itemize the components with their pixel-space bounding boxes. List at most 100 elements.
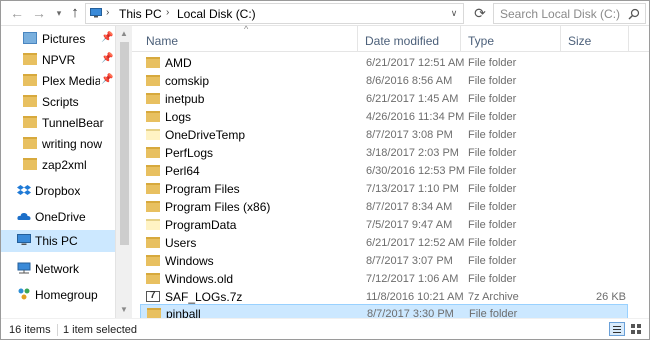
nav-item-network[interactable]: Network [1, 258, 115, 280]
table-row[interactable]: AMD 6/21/2017 12:51 AM File folder [140, 54, 628, 71]
nav-item-label: OneDrive [35, 210, 86, 224]
file-date: 6/21/2017 12:52 AM [366, 237, 465, 249]
nav-item-writing-now[interactable]: writing now [1, 133, 115, 155]
refresh-button[interactable]: ⟳ [472, 5, 488, 21]
table-row[interactable]: Perl64 6/30/2016 12:53 PM File folder [140, 162, 628, 179]
file-date: 7/5/2017 9:47 AM [366, 219, 453, 231]
file-name: PerfLogs [165, 146, 214, 160]
nav-item-homegroup[interactable]: Homegroup [1, 284, 115, 306]
nav-item-zap2xml[interactable]: zap2xml [1, 154, 115, 176]
nav-item-scripts[interactable]: Scripts [1, 91, 115, 113]
back-button[interactable]: ← [9, 5, 25, 21]
recent-locations-button[interactable]: ▾ [51, 5, 67, 21]
nav-item-npvr[interactable]: NPVR 📌 [1, 49, 115, 71]
search-placeholder: Search Local Disk (C:) [500, 7, 621, 21]
breadcrumb-this-pc[interactable]: This PC [119, 7, 162, 21]
nav-item-pictures[interactable]: Pictures 📌 [1, 28, 115, 50]
nav-item-label: writing now [42, 137, 103, 151]
navigation-pane: Pictures 📌 NPVR 📌 Plex Media Se 📌 Script… [1, 26, 131, 318]
table-row[interactable]: Windows 8/7/2017 3:07 PM File folder [140, 252, 628, 269]
selection-count: 1 item selected [63, 324, 137, 336]
column-header-row: ^ Name Date modified Type Size [132, 24, 649, 52]
folder-icon [23, 74, 37, 86]
file-type: File folder [468, 237, 517, 249]
pin-icon[interactable]: 📌 [101, 53, 113, 64]
breadcrumb-separator[interactable]: › [166, 7, 169, 18]
file-name: OneDriveTemp [165, 128, 246, 142]
status-bar: 16 items 1 item selected [1, 318, 649, 339]
nav-item-label: Scripts [42, 95, 79, 109]
file-type: 7z Archive [468, 291, 519, 303]
details-view-button[interactable] [609, 322, 625, 336]
file-date: 8/7/2017 3:08 PM [366, 129, 453, 141]
folder-icon [23, 158, 37, 170]
file-date: 8/6/2016 8:56 AM [366, 75, 453, 87]
breadcrumb-separator[interactable]: › [106, 7, 109, 18]
column-header-name[interactable]: Name [146, 34, 178, 48]
search-input[interactable]: Search Local Disk (C:) [493, 3, 646, 24]
file-type: File folder [468, 201, 517, 213]
file-type: File folder [468, 129, 517, 141]
nav-item-tunnelbear[interactable]: TunnelBear [1, 112, 115, 134]
status-divider [57, 324, 58, 336]
forward-button[interactable]: → [31, 5, 47, 21]
scroll-down-button[interactable]: ▼ [116, 302, 132, 318]
nav-item-plex-media-server[interactable]: Plex Media Se 📌 [1, 70, 115, 92]
file-name: Program Files (x86) [165, 200, 271, 214]
file-name: Users [165, 236, 197, 250]
column-divider[interactable] [628, 26, 629, 52]
breadcrumb[interactable]: › This PC › Local Disk (C:) [85, 3, 464, 24]
nav-item-dropbox[interactable]: Dropbox [1, 180, 115, 202]
table-row[interactable]: inetpub 6/21/2017 1:45 AM File folder [140, 90, 628, 107]
file-size: 26 KB [596, 291, 626, 303]
breadcrumb-local-disk[interactable]: Local Disk (C:) [177, 7, 256, 21]
file-type: File folder [468, 147, 517, 159]
search-icon [628, 8, 640, 20]
folder-icon [146, 165, 160, 176]
table-row[interactable]: comskip 8/6/2016 8:56 AM File folder [140, 72, 628, 89]
scroll-up-button[interactable]: ▲ [116, 26, 132, 42]
column-header-date[interactable]: Date modified [365, 34, 439, 48]
large-icons-view-button[interactable] [629, 322, 643, 336]
folder-icon [146, 93, 160, 104]
network-icon [17, 262, 31, 274]
column-header-type[interactable]: Type [468, 34, 494, 48]
table-row[interactable]: ProgramData 7/5/2017 9:47 AM File folder [140, 216, 628, 233]
file-type: File folder [468, 273, 517, 285]
column-divider[interactable] [560, 26, 561, 52]
pc-icon [90, 8, 102, 18]
table-row[interactable]: Program Files (x86) 8/7/2017 8:34 AM Fil… [140, 198, 628, 215]
folder-icon [146, 219, 160, 230]
table-row[interactable]: OneDriveTemp 8/7/2017 3:08 PM File folde… [140, 126, 628, 143]
file-type: File folder [468, 183, 517, 195]
file-name: inetpub [165, 92, 205, 106]
table-row[interactable]: Program Files 7/13/2017 1:10 PM File fol… [140, 180, 628, 197]
nav-item-label: Network [35, 262, 80, 276]
file-type: File folder [468, 219, 517, 231]
address-dropdown-button[interactable]: ∨ [447, 5, 461, 21]
column-divider[interactable] [460, 26, 461, 52]
nav-item-label: Homegroup [35, 288, 98, 302]
folder-icon [23, 116, 37, 128]
scrollbar-thumb[interactable] [120, 42, 129, 245]
pin-icon[interactable]: 📌 [101, 32, 113, 43]
navigation-pane-scrollbar[interactable]: ▲ ▼ [115, 26, 132, 318]
pin-icon[interactable]: 📌 [101, 74, 113, 85]
file-date: 6/21/2017 12:51 AM [366, 57, 465, 69]
nav-item-onedrive[interactable]: OneDrive [1, 206, 115, 228]
table-row[interactable]: Windows.old 7/12/2017 1:06 AM File folde… [140, 270, 628, 287]
table-row[interactable]: SAF_LOGs.7z 11/8/2016 10:21 AM 7z Archiv… [140, 288, 628, 305]
column-divider[interactable] [357, 26, 358, 52]
file-date: 7/13/2017 1:10 PM [366, 183, 459, 195]
table-row[interactable]: Logs 4/26/2016 11:34 PM File folder [140, 108, 628, 125]
table-row[interactable]: Users 6/21/2017 12:52 AM File folder [140, 234, 628, 251]
address-bar: ← → ▾ ↑ › This PC › Local Disk (C:) ∨ ⟳ … [1, 1, 649, 26]
folder-icon [146, 237, 160, 248]
table-row[interactable]: PerfLogs 3/18/2017 2:03 PM File folder [140, 144, 628, 161]
folder-icon [146, 57, 160, 68]
nav-item-label: Dropbox [35, 184, 81, 198]
column-header-size[interactable]: Size [568, 34, 591, 48]
nav-item-this-pc[interactable]: This PC [1, 230, 115, 252]
folder-icon [23, 53, 37, 65]
up-button[interactable]: ↑ [67, 5, 83, 21]
